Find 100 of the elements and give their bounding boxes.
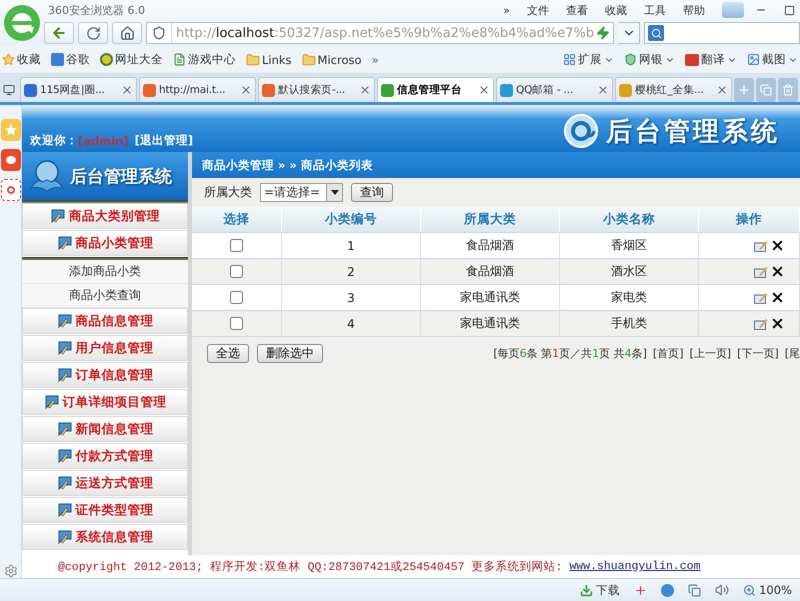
refresh-button[interactable] (78, 22, 108, 44)
pager-link[interactable]: [上一页] (690, 346, 732, 360)
address-dropdown[interactable] (618, 22, 640, 44)
website-link[interactable]: www.shuangyulin.com (569, 560, 700, 573)
action-button[interactable]: 删除选中 (257, 344, 323, 362)
monitor-icon (3, 84, 15, 96)
edit-button[interactable] (754, 318, 768, 330)
plus-icon[interactable] (634, 584, 648, 596)
delete-button[interactable] (770, 290, 784, 305)
sidebar-section[interactable]: 证件类型管理 (22, 497, 188, 523)
browser-tab[interactable]: 默认搜索页-... (258, 77, 375, 102)
close-icon[interactable] (240, 84, 252, 96)
toolbar-tool[interactable]: 截图 (747, 52, 798, 67)
logo-icon (564, 114, 598, 148)
edit-icon (754, 318, 768, 330)
grid-icon (563, 53, 576, 66)
row-checkbox[interactable] (230, 265, 243, 278)
sidebar-section[interactable]: 商品信息管理 (22, 308, 188, 334)
eye-icon[interactable] (0, 149, 20, 171)
circle-icon (100, 53, 113, 66)
sidebar-link[interactable]: 添加商品小类 (22, 260, 188, 284)
close-icon[interactable] (597, 84, 609, 96)
sidebar-link[interactable]: 商品小类查询 (22, 284, 188, 308)
address-field[interactable]: http://localhost:50327/asp.net%e5%9b%a2%e8%b4%ad%e7%b (146, 22, 614, 44)
settings-icon[interactable] (4, 564, 18, 578)
pager-link[interactable]: [首页] (652, 346, 684, 360)
row-checkbox[interactable] (230, 317, 243, 330)
bookmark[interactable]: Links (246, 52, 292, 66)
sidebar-section[interactable]: 运送方式管理 (22, 470, 188, 496)
bookmark[interactable]: 收藏 (2, 52, 41, 67)
lightning-icon (596, 26, 610, 40)
close-icon[interactable] (359, 84, 371, 96)
column-header: 小类编号 (282, 207, 421, 233)
table-cell: 食品烟酒 (421, 259, 560, 285)
row-checkbox[interactable] (230, 291, 243, 304)
category-select[interactable]: =请选择= (260, 183, 343, 202)
sidebar-section[interactable]: 订单信息管理 (22, 362, 188, 388)
menu-item[interactable]: 查看 (566, 2, 588, 18)
browser-tab[interactable]: 115网盘|圈... (20, 77, 137, 102)
pencil-flag-icon (56, 503, 72, 517)
sidebar-section[interactable]: 系统信息管理 (22, 524, 188, 550)
toolbar-tool[interactable]: 网银 (624, 52, 675, 67)
edit-button[interactable] (754, 240, 768, 252)
delete-button[interactable] (770, 264, 784, 279)
toolbar-tool[interactable]: 翻译 (685, 52, 737, 67)
close-icon (770, 264, 784, 279)
back-button[interactable] (44, 22, 74, 44)
delete-button[interactable] (770, 238, 784, 253)
close-icon[interactable] (478, 84, 490, 96)
more-bookmarks[interactable]: » (372, 52, 379, 66)
home-button[interactable] (112, 22, 142, 44)
pager-link[interactable]: [尾 (784, 346, 800, 360)
menu-item[interactable]: » (503, 4, 510, 16)
logout-link[interactable]: [退出管理] (134, 133, 194, 148)
bookmark[interactable]: 游戏中心 (173, 52, 236, 67)
toolbar-tool[interactable]: 扩展 (563, 52, 614, 67)
pencil-flag-icon (56, 476, 72, 490)
bookmark[interactable]: 网址大全 (100, 52, 163, 67)
query-button[interactable]: 查询 (351, 183, 393, 202)
close-icon (770, 290, 784, 305)
table-cell: 家电类 (560, 285, 699, 311)
sidebar-section[interactable]: 商品小类管理 (22, 230, 188, 256)
menu-item[interactable]: 收藏 (605, 2, 627, 18)
pencil-flag-icon (56, 449, 72, 463)
action-button[interactable]: 全选 (207, 344, 249, 362)
pencil-flag-icon (56, 422, 72, 436)
welcome-label: 欢迎你： (30, 133, 78, 148)
pager-link[interactable]: [下一页] (737, 346, 779, 360)
username: [admin] (78, 134, 129, 148)
edit-button[interactable] (754, 292, 768, 304)
sidebar-section[interactable]: 新闻信息管理 (22, 416, 188, 442)
close-icon[interactable] (121, 84, 133, 96)
close-icon[interactable] (716, 84, 728, 96)
speaker-icon[interactable] (715, 583, 730, 597)
header-title: 后台管理系统 (606, 116, 780, 148)
sidebar-section[interactable]: 付款方式管理 (22, 443, 188, 469)
browser-tab[interactable]: http://mai.t... (139, 77, 256, 102)
sidebar-section[interactable]: 商品大类别管理 (22, 203, 188, 229)
badge-icon (685, 54, 699, 66)
sidebar-section[interactable]: 用户信息管理 (22, 335, 188, 361)
zoom-button[interactable]: 100% (743, 583, 792, 597)
trash-icon (782, 84, 794, 96)
search-field[interactable] (644, 22, 800, 44)
sidebar-section[interactable]: 订单详细项目管理 (22, 389, 188, 415)
row-checkbox[interactable] (230, 239, 243, 252)
bookmark[interactable]: Microso (302, 52, 362, 66)
column-header: 选择 (192, 207, 282, 233)
delete-button[interactable] (770, 316, 784, 331)
search-engine-icon (648, 25, 664, 41)
download-button[interactable]: 下载 (580, 582, 620, 598)
menu-item[interactable]: 工具 (644, 2, 666, 18)
browser-tab[interactable]: 樱桃红_全集... (615, 77, 732, 102)
window-icon[interactable] (688, 584, 702, 596)
bookmark[interactable]: 谷歌 (51, 52, 90, 67)
browser-tab[interactable]: 信息管理平台 (377, 77, 494, 102)
menu-item[interactable]: 帮助 (683, 2, 705, 18)
browser-tab[interactable]: QQ邮箱 - ... (496, 77, 613, 102)
table-cell: 香烟区 (560, 233, 699, 259)
edit-button[interactable] (754, 266, 768, 278)
menu-item[interactable]: 文件 (527, 2, 549, 18)
